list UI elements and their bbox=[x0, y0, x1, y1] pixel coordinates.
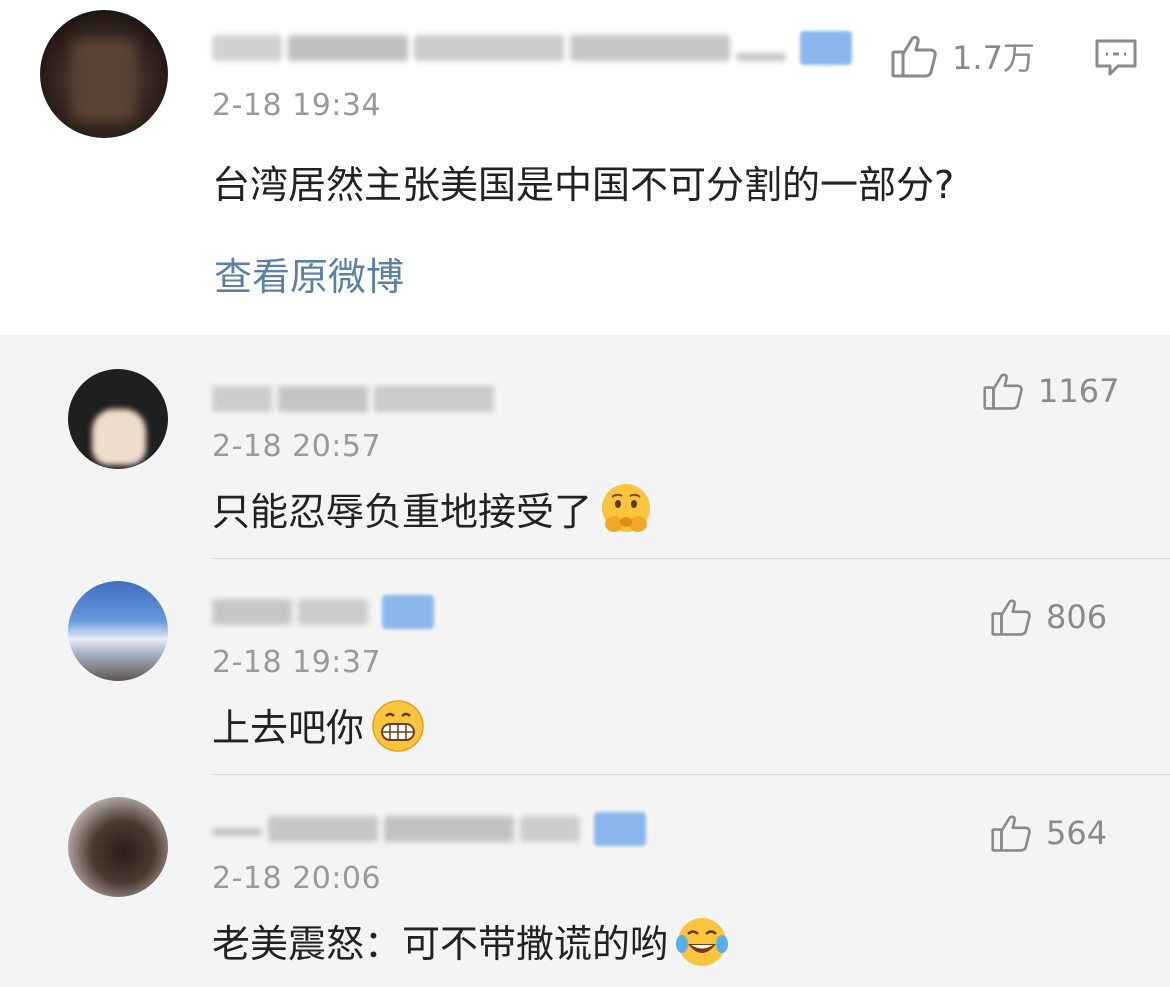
post-timestamp: 2-18 19:34 bbox=[212, 88, 382, 123]
like-count: 1.7万 bbox=[952, 39, 1035, 77]
reply-list: 1167 2-18 20:57 只能忍辱负重地接受了 806 2-18 19:3… bbox=[0, 335, 1170, 987]
username-blurred[interactable] bbox=[212, 592, 434, 632]
reply-text: 只能忍辱负重地接受了 bbox=[212, 481, 654, 547]
main-post: 1.7万 2-18 19:34 台湾居然主张美国是中国不可分割的一部分? 查看原… bbox=[0, 0, 1170, 335]
post-text: 台湾居然主张美国是中国不可分割的一部分? bbox=[212, 163, 955, 207]
view-original-link[interactable]: 查看原微博 bbox=[214, 246, 404, 301]
avatar[interactable] bbox=[68, 581, 168, 681]
username-blurred[interactable] bbox=[212, 809, 646, 849]
like-button[interactable]: 1.7万 bbox=[890, 33, 1035, 79]
like-count: 564 bbox=[1046, 814, 1108, 852]
reply-text: 老美震怒：可不带撒谎的哟 bbox=[212, 913, 730, 979]
comment-button[interactable] bbox=[1094, 38, 1138, 82]
verified-badge bbox=[594, 812, 646, 846]
grinning-teeth-emoji bbox=[370, 698, 426, 763]
thumbs-up-icon bbox=[983, 373, 1023, 410]
comment-icon bbox=[1095, 39, 1137, 76]
divider bbox=[212, 774, 1170, 775]
like-button[interactable]: 564 bbox=[990, 813, 1107, 853]
verified-badge bbox=[800, 31, 852, 65]
verified-badge bbox=[382, 595, 434, 629]
pleading-face-emoji bbox=[598, 482, 654, 547]
thumbs-up-icon bbox=[991, 815, 1031, 852]
reply-text: 上去吧你 bbox=[212, 697, 426, 763]
username-blurred[interactable] bbox=[212, 379, 494, 419]
thumbs-up-icon bbox=[991, 599, 1031, 636]
divider bbox=[212, 558, 1170, 559]
username-blurred[interactable] bbox=[212, 28, 852, 68]
like-count: 806 bbox=[1046, 598, 1108, 636]
avatar[interactable] bbox=[68, 369, 168, 469]
tears-of-joy-emoji bbox=[674, 914, 730, 979]
reply-timestamp: 2-18 19:37 bbox=[212, 645, 382, 680]
like-count: 1167 bbox=[1038, 372, 1120, 410]
reply-timestamp: 2-18 20:06 bbox=[212, 861, 382, 896]
thumbs-up-icon bbox=[891, 35, 937, 78]
avatar[interactable] bbox=[68, 797, 168, 897]
reply-timestamp: 2-18 20:57 bbox=[212, 429, 382, 464]
avatar[interactable] bbox=[40, 10, 168, 138]
like-button[interactable]: 806 bbox=[990, 597, 1107, 637]
like-button[interactable]: 1167 bbox=[982, 371, 1119, 411]
